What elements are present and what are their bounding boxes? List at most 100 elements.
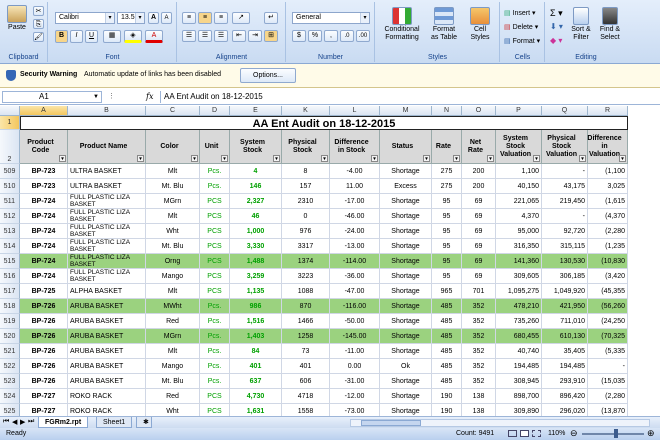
zoom-in-icon[interactable]: ⊕ [647, 428, 655, 439]
cell-phy[interactable]: 4718 [282, 389, 330, 404]
cell-styles-button[interactable]: Cell Styles [464, 7, 496, 42]
fill-color-icon[interactable]: ◈ [124, 30, 142, 43]
cell-code[interactable]: BP-724 [20, 224, 68, 239]
cell-phy[interactable]: 870 [282, 299, 330, 314]
shrink-font-button[interactable]: A [161, 12, 172, 24]
cell-sys[interactable]: 3,259 [230, 269, 282, 284]
cell-color[interactable]: Mlt [146, 209, 200, 224]
cell-pv[interactable]: 130,530 [542, 254, 588, 269]
cell-name[interactable]: FULL PLASTIC LIZA BASKET [68, 254, 146, 269]
cell-phy[interactable]: 1374 [282, 254, 330, 269]
cell-sv[interactable]: 194,485 [496, 359, 542, 374]
cell-rate[interactable]: 95 [432, 239, 462, 254]
cell-unit[interactable]: Pcs. [200, 314, 230, 329]
number-format-combo[interactable]: General ▾ [292, 12, 370, 24]
cell-rate[interactable]: 95 [432, 254, 462, 269]
cell-diff[interactable]: -31.00 [330, 374, 380, 389]
cell-rate[interactable]: 190 [432, 404, 462, 416]
cell-pv[interactable]: 711,010 [542, 314, 588, 329]
name-box[interactable]: A1 ▼ [2, 91, 102, 103]
cell-diff[interactable]: -36.00 [330, 269, 380, 284]
cell-pv[interactable]: 43,175 [542, 179, 588, 194]
cell-name[interactable]: FULL PLASTIC LIZA BASKET [68, 239, 146, 254]
column-header-p[interactable]: P [496, 106, 542, 116]
filter-dropdown-icon[interactable]: ▾ [59, 155, 66, 162]
cell-status[interactable]: Shortage [380, 194, 432, 209]
cell-name[interactable]: ULTRA BASKET [68, 179, 146, 194]
cell-sv[interactable]: 735,260 [496, 314, 542, 329]
cell-dv[interactable]: (1,235 [588, 239, 628, 254]
cell-unit[interactable]: PCS [200, 224, 230, 239]
cell-unit[interactable]: Pcs. [200, 344, 230, 359]
cell-name[interactable]: ALPHA BASKET [68, 284, 146, 299]
cell-status[interactable]: Shortage [380, 254, 432, 269]
cell-color[interactable]: Mt. Blu [146, 374, 200, 389]
comma-button[interactable]: , [324, 30, 338, 42]
cell-color[interactable]: Wht [146, 404, 200, 416]
row-header-1[interactable]: 1 [0, 116, 20, 130]
cell-code[interactable]: BP-726 [20, 359, 68, 374]
prev-sheet-icon[interactable]: ◀ [12, 418, 17, 426]
cell-net[interactable]: 69 [462, 269, 496, 284]
next-sheet-icon[interactable]: ▶ [20, 418, 25, 426]
cell-code[interactable]: BP-724 [20, 209, 68, 224]
cell-dv[interactable]: (24,250 [588, 314, 628, 329]
cell-dv[interactable]: (70,325 [588, 329, 628, 344]
cell-unit[interactable]: Pcs. [200, 359, 230, 374]
cell-dv[interactable]: (1,100 [588, 164, 628, 179]
filter-dropdown-icon[interactable]: ▾ [619, 155, 626, 162]
row-header-2[interactable]: 2 [0, 130, 20, 164]
cell-unit[interactable]: PCS [200, 239, 230, 254]
row-header[interactable]: 523 [0, 374, 20, 389]
decrease-decimal-button[interactable]: .00 [356, 30, 370, 42]
cell-net[interactable]: 352 [462, 344, 496, 359]
paste-button[interactable]: Paste [4, 5, 30, 32]
format-as-table-button[interactable]: Format as Table [426, 7, 462, 42]
cell-name[interactable]: ARUBA BASKET [68, 344, 146, 359]
cell-color[interactable]: Mt. Blu [146, 179, 200, 194]
cell-sys[interactable]: 986 [230, 299, 282, 314]
percent-button[interactable]: % [308, 30, 322, 42]
cell-unit[interactable]: PCS [200, 194, 230, 209]
cell-rate[interactable]: 275 [432, 164, 462, 179]
cell-dv[interactable]: (2,280 [588, 224, 628, 239]
cell-sv[interactable]: 221,065 [496, 194, 542, 209]
cell-net[interactable]: 69 [462, 239, 496, 254]
cell-rate[interactable]: 485 [432, 359, 462, 374]
cell-net[interactable]: 200 [462, 179, 496, 194]
cell-sys[interactable]: 2,327 [230, 194, 282, 209]
cell-status[interactable]: Ok [380, 359, 432, 374]
cell-code[interactable]: BP-726 [20, 374, 68, 389]
cell-rate[interactable]: 485 [432, 329, 462, 344]
cell-net[interactable]: 69 [462, 224, 496, 239]
cell-dv[interactable]: (13,870 [588, 404, 628, 416]
increase-decimal-button[interactable]: .0 [340, 30, 354, 42]
cell-unit[interactable]: PCS [200, 284, 230, 299]
column-header-o[interactable]: O [462, 106, 496, 116]
cell-diff[interactable]: 0.00 [330, 359, 380, 374]
new-sheet-icon[interactable]: ✱ [136, 417, 152, 428]
sheet-tab-sheet1[interactable]: Sheet1 [96, 417, 133, 428]
cell-color[interactable]: Red [146, 389, 200, 404]
increase-indent-icon[interactable]: ⇥ [248, 30, 262, 42]
cell-dv[interactable]: (4,370 [588, 209, 628, 224]
options-button[interactable]: Options... [240, 68, 296, 83]
cell-code[interactable]: BP-724 [20, 254, 68, 269]
cell-status[interactable]: Shortage [380, 389, 432, 404]
cell-rate[interactable]: 95 [432, 269, 462, 284]
cell-color[interactable]: Mango [146, 269, 200, 284]
cell-phy[interactable]: 1088 [282, 284, 330, 299]
row-header[interactable]: 518 [0, 299, 20, 314]
merge-center-icon[interactable]: ⊞ [264, 30, 278, 42]
scrollbar-thumb[interactable] [361, 420, 421, 426]
cell-rate[interactable]: 275 [432, 179, 462, 194]
cell-code[interactable]: BP-726 [20, 314, 68, 329]
cell-status[interactable]: Shortage [380, 329, 432, 344]
cell-diff[interactable]: -24.00 [330, 224, 380, 239]
cell-phy[interactable]: 1258 [282, 329, 330, 344]
cell-color[interactable]: Mlt [146, 344, 200, 359]
zoom-level[interactable]: 110% [548, 430, 565, 437]
cell-sys[interactable]: 401 [230, 359, 282, 374]
row-header[interactable]: 517 [0, 284, 20, 299]
cell-sv[interactable]: 1,095,275 [496, 284, 542, 299]
